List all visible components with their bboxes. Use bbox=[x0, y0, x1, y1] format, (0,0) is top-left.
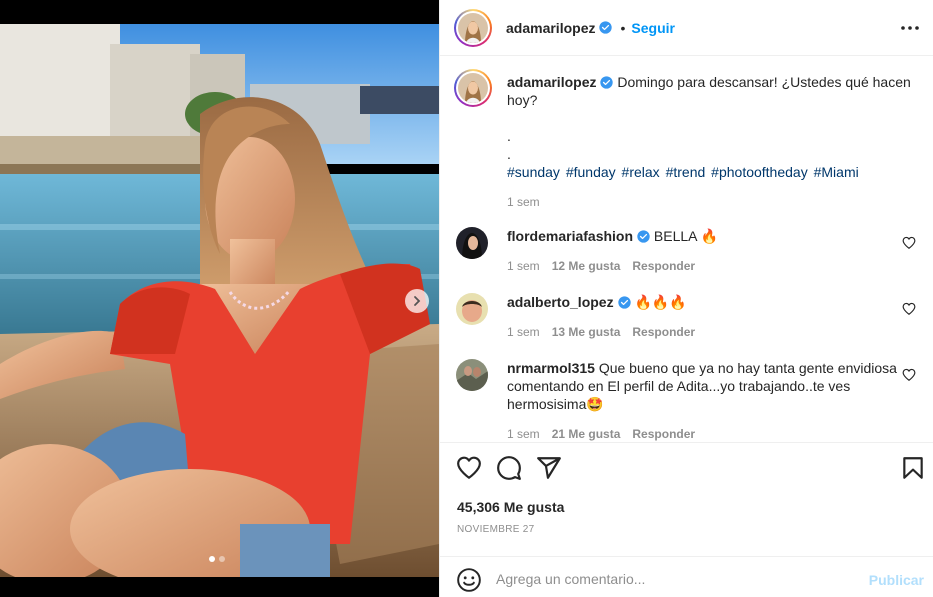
save-bookmark-icon[interactable] bbox=[900, 455, 926, 481]
carousel-next-button[interactable] bbox=[405, 289, 429, 313]
caption-username[interactable]: adamarilopez bbox=[507, 74, 596, 90]
caption-dot: . bbox=[507, 128, 511, 144]
verified-badge-icon bbox=[617, 296, 631, 309]
comment-username[interactable]: adalberto_lopez bbox=[507, 294, 614, 310]
comment-age[interactable]: 1 sem bbox=[507, 427, 540, 441]
avatar-image bbox=[458, 12, 488, 43]
commenter-avatar[interactable] bbox=[456, 293, 488, 325]
comment-likes[interactable]: 21 Me gusta bbox=[552, 427, 621, 441]
avatar-image bbox=[458, 73, 488, 103]
post-photo[interactable] bbox=[0, 24, 439, 577]
caption-body: adamarilopez Domingo para descansar! ¿Us… bbox=[507, 73, 917, 209]
comment-meta: 1 sem 21 Me gusta Responder bbox=[507, 427, 897, 441]
avatar-image bbox=[456, 359, 488, 391]
author-username[interactable]: adamarilopez bbox=[506, 20, 595, 36]
carousel-dot bbox=[219, 556, 225, 562]
comment-age[interactable]: 1 sem bbox=[507, 259, 540, 273]
like-comment-heart-icon[interactable] bbox=[902, 236, 916, 250]
likes-count[interactable]: 45,306 Me gusta bbox=[457, 499, 564, 515]
comment-body: nrmarmol315 Que bueno que ya no hay tant… bbox=[507, 359, 897, 441]
add-comment-bar: Publicar bbox=[440, 556, 933, 597]
comment-text: 🔥🔥🔥 bbox=[634, 294, 687, 310]
hashtag-link[interactable]: #sunday bbox=[507, 164, 560, 180]
comments-list[interactable]: adamarilopez Domingo para descansar! ¿Us… bbox=[440, 57, 933, 441]
hashtag-link[interactable]: #relax bbox=[622, 164, 660, 180]
author-avatar[interactable] bbox=[458, 12, 488, 43]
post-header: adamarilopez • Seguir bbox=[440, 0, 933, 56]
verified-badge-icon bbox=[600, 76, 614, 89]
comment-age[interactable]: 1 sem bbox=[507, 325, 540, 339]
comment-likes[interactable]: 13 Me gusta bbox=[552, 325, 621, 339]
share-paper-plane-icon[interactable] bbox=[536, 455, 562, 481]
commenter-avatar[interactable] bbox=[456, 227, 488, 259]
comment-bubble-icon[interactable] bbox=[496, 455, 522, 481]
chevron-right-icon bbox=[414, 296, 421, 306]
hashtag-link[interactable]: #photooftheday bbox=[711, 164, 808, 180]
comment-likes[interactable]: 12 Me gusta bbox=[552, 259, 621, 273]
reply-button[interactable]: Responder bbox=[632, 427, 695, 441]
comment-meta: 1 sem 12 Me gusta Responder bbox=[507, 259, 897, 273]
post-media bbox=[0, 0, 439, 597]
follow-button[interactable]: Seguir bbox=[631, 20, 675, 36]
carousel-indicator bbox=[209, 556, 225, 562]
avatar-image bbox=[456, 293, 488, 325]
verified-badge-icon bbox=[637, 230, 650, 243]
comment-text: BELLA 🔥 bbox=[653, 228, 719, 244]
comment-meta: 1 sem 13 Me gusta Responder bbox=[507, 325, 897, 339]
header-separator: • bbox=[620, 19, 626, 36]
reply-button[interactable]: Responder bbox=[632, 325, 695, 339]
carousel-dot-active bbox=[209, 556, 215, 562]
caption-avatar-ring[interactable] bbox=[454, 69, 492, 107]
emoji-smiley-icon[interactable] bbox=[456, 567, 482, 593]
commenter-avatar[interactable] bbox=[456, 359, 488, 391]
author-avatar-ring[interactable] bbox=[454, 8, 492, 47]
hashtag-link[interactable]: #funday bbox=[566, 164, 616, 180]
caption-timestamp[interactable]: 1 sem bbox=[507, 195, 917, 209]
reply-button[interactable]: Responder bbox=[632, 259, 695, 273]
comment-input[interactable] bbox=[496, 565, 856, 593]
hashtag-link[interactable]: #Miami bbox=[814, 164, 859, 180]
hashtag-link[interactable]: #trend bbox=[666, 164, 706, 180]
more-options-icon[interactable] bbox=[900, 18, 920, 38]
like-heart-icon[interactable] bbox=[456, 455, 482, 481]
publish-button[interactable]: Publicar bbox=[869, 572, 924, 588]
comment-body: adalberto_lopez 🔥🔥🔥 1 sem 13 Me gusta Re… bbox=[507, 293, 897, 339]
photo-illustration bbox=[0, 24, 439, 577]
verified-badge-icon bbox=[599, 21, 613, 34]
like-comment-heart-icon[interactable] bbox=[902, 368, 916, 382]
comment-username[interactable]: nrmarmol315 bbox=[507, 360, 595, 376]
post-date[interactable]: NOVIEMBRE 27 bbox=[457, 524, 535, 535]
caption-dot: . bbox=[507, 146, 511, 162]
caption-avatar[interactable] bbox=[458, 73, 488, 103]
caption-hashtags: #sunday #funday #relax #trend #photoofth… bbox=[507, 163, 917, 181]
avatar-image bbox=[456, 227, 488, 259]
like-comment-heart-icon[interactable] bbox=[902, 302, 916, 316]
comment-body: flordemariafashion BELLA 🔥 1 sem 12 Me g… bbox=[507, 227, 897, 273]
post-panel: adamarilopez • Seguir adamarilopez Domin… bbox=[439, 0, 933, 597]
comment-username[interactable]: flordemariafashion bbox=[507, 228, 633, 244]
